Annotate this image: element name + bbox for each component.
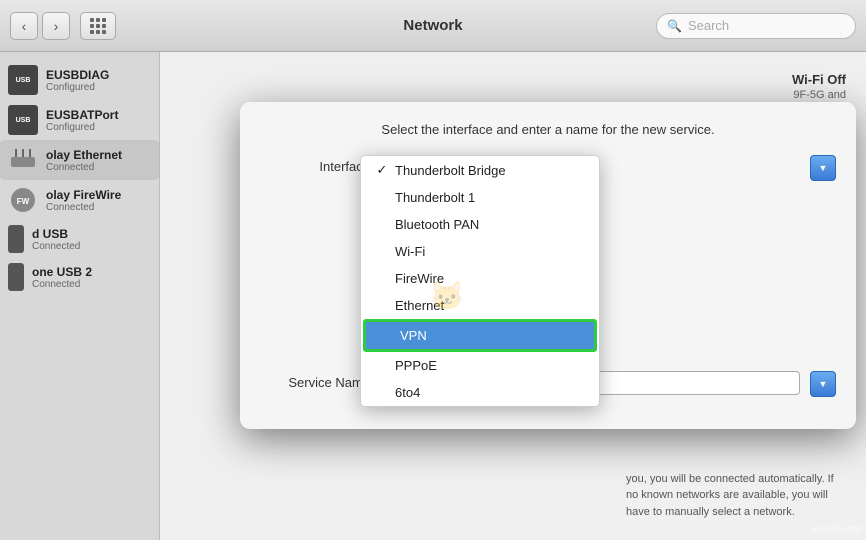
forward-icon: ›	[54, 18, 59, 34]
sidebar-item-eusbatport: EUSBATPort Configured	[46, 108, 118, 133]
item-name: EUSBATPort	[46, 108, 118, 122]
grid-icon	[90, 18, 106, 34]
item-name: one USB 2	[32, 265, 92, 279]
list-item[interactable]: USB EUSBDIAG Configured	[0, 60, 159, 100]
item-label: FireWire	[395, 271, 444, 286]
checkmark-icon: ✓	[375, 162, 389, 178]
sidebar: USB EUSBDIAG Configured USB EUSBATPort C…	[0, 52, 160, 540]
item-status: Connected	[32, 279, 92, 290]
service-name-label: Service Name	[260, 371, 370, 390]
title-bar: ‹ › Network 🔍 Search	[0, 0, 866, 52]
item-status: Connected	[32, 241, 80, 252]
sidebar-item-usb: d USB Connected	[32, 227, 80, 252]
back-icon: ‹	[22, 18, 27, 34]
sidebar-item-ethernet: olay Ethernet Connected	[46, 148, 122, 173]
dropdown-item-thunderbolt-bridge[interactable]: ✓ Thunderbolt Bridge	[361, 156, 599, 184]
interface-dropdown-menu[interactable]: ✓ Thunderbolt Bridge Thunderbolt 1 Bluet…	[360, 155, 600, 407]
wifi-description: you, you will be connected automatically…	[626, 471, 846, 521]
item-label: PPPoE	[395, 358, 437, 373]
item-label: Wi-Fi	[395, 244, 425, 259]
dropdown-item-vpn[interactable]: VPN	[366, 322, 594, 349]
firewire-icon: FW	[9, 186, 37, 214]
grid-button[interactable]	[80, 12, 116, 40]
window-title: Network	[403, 17, 462, 34]
dropdown-arrow-icon: ▼	[819, 163, 828, 173]
vpn-highlight-wrapper: VPN	[363, 319, 597, 352]
sidebar-item-eusbdiag: EUSBDIAG Configured	[46, 68, 109, 93]
item-name: olay Ethernet	[46, 148, 122, 162]
site-watermark: wsxdn.com	[811, 524, 861, 535]
item-status: Connected	[46, 162, 122, 173]
dropdown-item-ethernet[interactable]: Ethernet	[361, 292, 599, 319]
item-status: Connected	[46, 202, 121, 213]
dropdown-item-firewire[interactable]: FireWire	[361, 265, 599, 292]
dropdown-item-thunderbolt-1[interactable]: Thunderbolt 1	[361, 184, 599, 211]
phone-usb-icon	[8, 225, 24, 253]
item-status: Configured	[46, 122, 118, 133]
main-area: USB EUSBDIAG Configured USB EUSBATPort C…	[0, 52, 866, 540]
item-name: olay FireWire	[46, 188, 121, 202]
search-placeholder: Search	[688, 18, 729, 33]
back-button[interactable]: ‹	[10, 12, 38, 40]
dropdown-item-pppoe[interactable]: PPPoE	[361, 352, 599, 379]
search-icon: 🔍	[667, 19, 682, 33]
list-item[interactable]: d USB Connected	[0, 220, 159, 258]
item-label: 6to4	[395, 385, 420, 400]
sidebar-item-usb2: one USB 2 Connected	[32, 265, 92, 290]
search-box[interactable]: 🔍 Search	[656, 13, 856, 39]
usb-diag-icon: USB	[8, 65, 38, 95]
service-dropdown-arrow-button[interactable]: ▼	[810, 371, 836, 397]
list-item[interactable]: USB EUSBATPort Configured	[0, 100, 159, 140]
item-label: VPN	[400, 328, 427, 343]
wifi-network: 9F-5G and	[792, 89, 846, 101]
phone-usb2-icon	[8, 263, 24, 291]
wifi-desc-text: you, you will be connected automatically…	[626, 473, 834, 518]
list-item[interactable]: one USB 2 Connected	[0, 258, 159, 296]
wifi-status-area: Wi-Fi Off 9F-5G and	[792, 72, 846, 101]
wifi-status: Wi-Fi Off	[792, 72, 846, 87]
usb-bat-icon: USB	[8, 105, 38, 135]
list-item[interactable]: olay Ethernet Connected	[0, 140, 159, 180]
service-dropdown-arrow-icon: ▼	[819, 379, 828, 389]
content-panel: Wi-Fi Off 9F-5G and ▲ ▼ you, you will be…	[160, 52, 866, 540]
item-label: Thunderbolt 1	[395, 190, 475, 205]
dropdown-arrow-button[interactable]: ▼	[810, 155, 836, 181]
item-name: d USB	[32, 227, 80, 241]
svg-text:FW: FW	[17, 197, 30, 206]
item-status: Configured	[46, 82, 109, 93]
item-name: EUSBDIAG	[46, 68, 109, 82]
item-label: Thunderbolt Bridge	[395, 163, 506, 178]
interface-label: Interface	[260, 155, 370, 174]
nav-buttons: ‹ ›	[10, 12, 70, 40]
forward-button[interactable]: ›	[42, 12, 70, 40]
list-item[interactable]: FW olay FireWire Connected	[0, 180, 159, 220]
dropdown-item-bluetooth-pan[interactable]: Bluetooth PAN	[361, 211, 599, 238]
interface-row: Interface ✓ Thunderbolt Bridge Thunderbo…	[260, 155, 836, 181]
dropdown-item-wifi[interactable]: Wi-Fi	[361, 238, 599, 265]
sidebar-item-firewire: olay FireWire Connected	[46, 188, 121, 213]
ethernet-icon	[9, 149, 37, 171]
dropdown-item-6to4[interactable]: 6to4	[361, 379, 599, 406]
interface-dialog: Select the interface and enter a name fo…	[240, 102, 856, 429]
dialog-instruction: Select the interface and enter a name fo…	[260, 122, 836, 137]
item-label: Ethernet	[395, 298, 444, 313]
item-label: Bluetooth PAN	[395, 217, 479, 232]
